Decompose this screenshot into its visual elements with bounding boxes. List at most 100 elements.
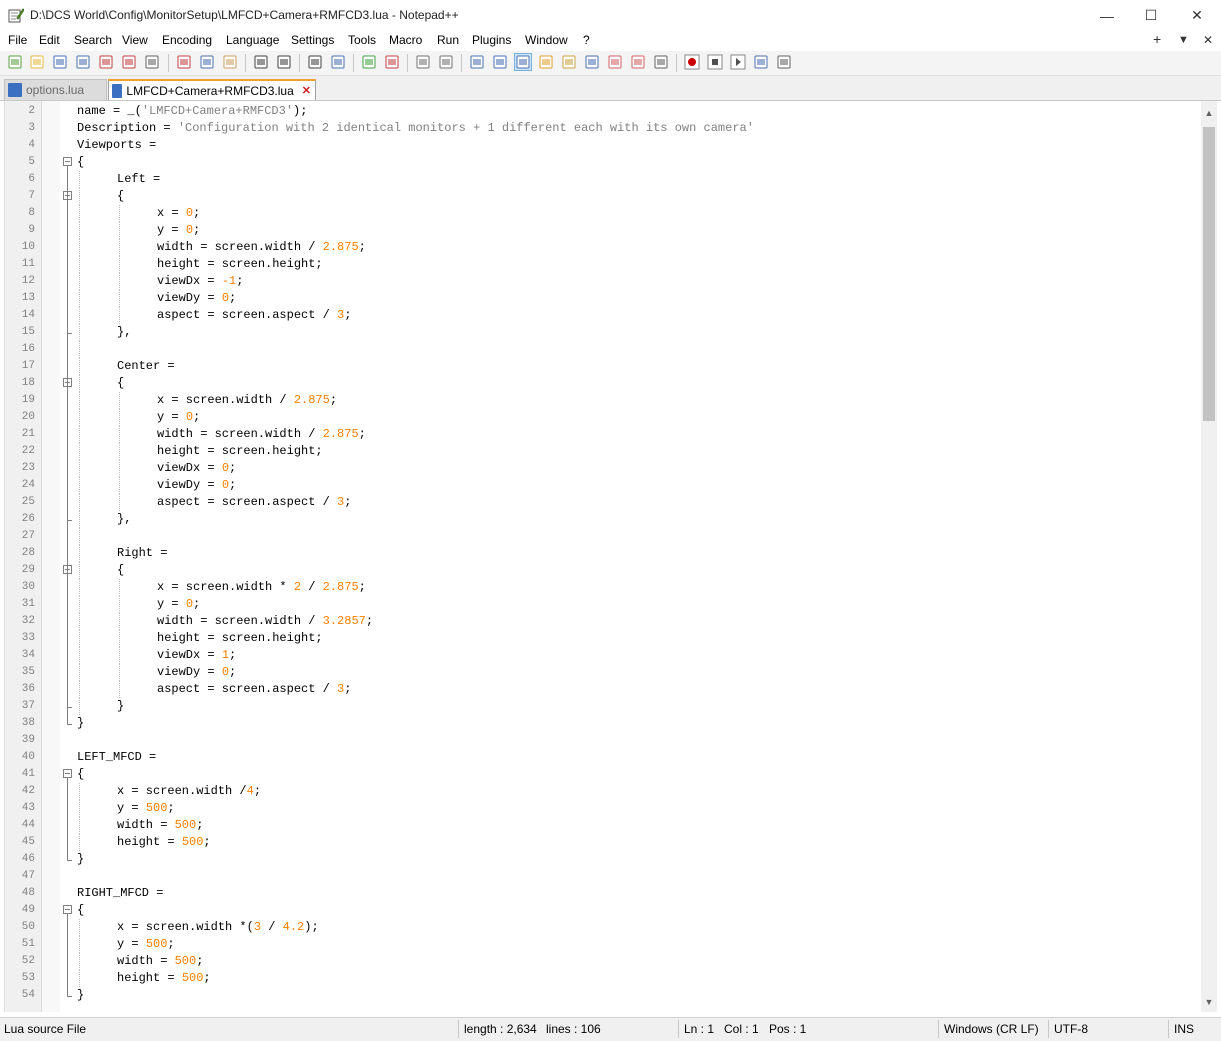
code-line: 44 width = 500; (5, 817, 1202, 834)
menu-view[interactable]: View (122, 33, 148, 47)
cut-icon[interactable] (176, 54, 192, 70)
zoom-out-icon[interactable] (384, 54, 400, 70)
redo-icon[interactable] (276, 54, 292, 70)
paste-icon[interactable] (222, 54, 238, 70)
tab-list-dropdown-button[interactable]: ▼ (1178, 34, 1189, 46)
line-number: 12 (21, 275, 35, 287)
close-window-button[interactable]: ✕ (1174, 0, 1220, 31)
menu-encoding[interactable]: Encoding (162, 33, 212, 47)
scroll-down-icon[interactable]: ▼ (1201, 994, 1217, 1010)
doc-switcher-icon[interactable] (630, 54, 646, 70)
close-all-icon[interactable] (121, 54, 137, 70)
code-line: 50 x = screen.width *(3 / 4.2); (5, 919, 1202, 936)
indent-guide (119, 460, 120, 477)
line-number: 44 (21, 819, 35, 831)
menu-plugins[interactable]: Plugins (472, 33, 511, 47)
function-list-icon[interactable] (584, 54, 600, 70)
line-number: 42 (21, 785, 35, 797)
menu-settings[interactable]: Settings (291, 33, 334, 47)
fold-range-line (67, 778, 68, 860)
save-all-icon[interactable] (75, 54, 91, 70)
fold-toggle-icon[interactable] (63, 157, 72, 166)
menu-macro[interactable]: Macro (389, 33, 422, 47)
tab-lmfcd-camera-rmfcd3[interactable]: LMFCD+Camera+RMFCD3.lua ✕ (108, 79, 316, 100)
line-number: 33 (21, 632, 35, 644)
menu-language[interactable]: Language (226, 33, 279, 47)
indent-guide (79, 970, 80, 987)
menu-window[interactable]: Window (525, 33, 568, 47)
scrollbar-thumb[interactable] (1203, 127, 1215, 421)
sync-vertical-icon[interactable] (415, 54, 431, 70)
find-icon[interactable] (307, 54, 323, 70)
menu-run[interactable]: Run (437, 33, 459, 47)
menu-file[interactable]: File (8, 33, 27, 47)
code-line: 30 x = screen.width * 2 / 2.875; (5, 579, 1202, 596)
line-number: 11 (21, 258, 35, 270)
print-icon[interactable] (144, 54, 160, 70)
doc-map-icon[interactable] (561, 54, 577, 70)
indent-guide (79, 800, 80, 817)
code-text: { (77, 155, 85, 169)
udl-icon[interactable] (538, 54, 554, 70)
record-macro-icon[interactable] (684, 54, 700, 70)
maximize-button[interactable]: ☐ (1128, 0, 1174, 31)
tab-options-lua[interactable]: options.lua (4, 79, 107, 100)
save-macro-icon[interactable] (776, 54, 792, 70)
code-text: } (77, 852, 85, 866)
code-line: 16 (5, 341, 1202, 358)
indent-guide-icon[interactable] (514, 53, 532, 71)
run-macro-multiple-icon[interactable] (753, 54, 769, 70)
play-macro-icon[interactable] (730, 54, 746, 70)
code-line: 31 y = 0; (5, 596, 1202, 613)
folder-workspace-icon[interactable] (607, 54, 623, 70)
line-number: 28 (21, 547, 35, 559)
open-file-icon[interactable] (29, 54, 45, 70)
code-text: height = 500; (117, 971, 211, 985)
code-text: aspect = screen.aspect / 3; (157, 682, 352, 696)
line-number: 17 (21, 360, 35, 372)
fold-range-line (67, 166, 68, 724)
status-eol[interactable]: Windows (CR LF) (944, 1022, 1039, 1036)
monitoring-icon[interactable] (653, 54, 669, 70)
code-line: 5{ (5, 154, 1202, 171)
menu-edit[interactable]: Edit (39, 33, 60, 47)
replace-icon[interactable] (330, 54, 346, 70)
word-wrap-icon[interactable] (469, 54, 485, 70)
menu-tools[interactable]: Tools (348, 33, 376, 47)
lua-file-icon (8, 83, 22, 97)
show-all-chars-icon[interactable] (492, 54, 508, 70)
menu-help[interactable]: ? (583, 33, 590, 47)
indent-guide (119, 273, 120, 290)
code-line: 51 y = 500; (5, 936, 1202, 953)
code-text: height = screen.height; (157, 631, 323, 645)
line-number: 54 (21, 989, 35, 1001)
zoom-in-icon[interactable] (361, 54, 377, 70)
code-text: Left = (117, 172, 161, 186)
new-tab-plus-button[interactable]: + (1153, 31, 1161, 47)
scroll-up-icon[interactable]: ▲ (1201, 105, 1217, 121)
stop-macro-icon[interactable] (707, 54, 723, 70)
code-text: viewDy = 0; (157, 478, 237, 492)
minimize-button[interactable]: — (1084, 0, 1130, 31)
status-insert-mode[interactable]: INS (1174, 1022, 1194, 1036)
code-editor[interactable]: 2 name = _('LMFCD+Camera+RMFCD3'); 3 Descri… (4, 101, 1202, 1012)
close-icon[interactable] (98, 54, 114, 70)
indent-guide (79, 307, 80, 324)
line-number: 49 (21, 904, 35, 916)
save-icon[interactable] (52, 54, 68, 70)
menu-search[interactable]: Search (74, 33, 112, 47)
line-number: 50 (21, 921, 35, 933)
new-file-icon[interactable] (7, 54, 23, 70)
code-text: viewDx = -1; (157, 274, 244, 288)
fold-toggle-icon[interactable] (63, 905, 72, 914)
undo-icon[interactable] (253, 54, 269, 70)
sync-horizontal-icon[interactable] (438, 54, 454, 70)
close-tab-icon[interactable]: ✕ (302, 84, 311, 97)
vertical-scrollbar[interactable]: ▲ ▼ (1201, 101, 1217, 1012)
menu-bar: File Edit Search View Encoding Language … (0, 31, 1221, 51)
fold-toggle-icon[interactable] (63, 769, 72, 778)
close-tab-x-button[interactable]: ✕ (1203, 33, 1213, 47)
status-encoding[interactable]: UTF-8 (1054, 1022, 1088, 1036)
indent-guide (79, 460, 80, 477)
copy-icon[interactable] (199, 54, 215, 70)
